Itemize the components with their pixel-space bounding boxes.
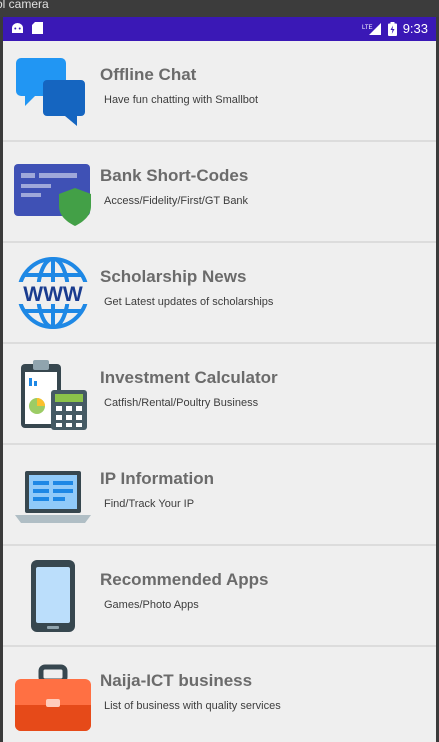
laptop-icon <box>15 471 91 523</box>
item-title: Investment Calculator <box>100 368 278 387</box>
phone-screen: LTE 9:33 Offline Chat Have fun chatting … <box>3 17 436 742</box>
item-title: Recommended Apps <box>100 570 269 589</box>
item-title: Naija-ICT business <box>100 671 253 690</box>
svg-text:LTE: LTE <box>362 25 373 31</box>
briefcase-icon <box>15 664 91 731</box>
status-bar: LTE 9:33 <box>3 17 436 41</box>
window-title: rol camera <box>0 0 49 11</box>
android-robot-icon <box>12 23 23 33</box>
list-item-ip-information[interactable]: IP Information Find/Track Your IP <box>3 445 436 546</box>
clipboard-calculator-icon <box>21 360 87 430</box>
window-title-bar: rol camera <box>0 0 439 17</box>
item-subtitle: Catfish/Rental/Poultry Business <box>104 397 259 409</box>
list-item-naija-ict-business[interactable]: Naija-ICT business List of business with… <box>3 647 436 742</box>
www-globe-icon: WWW <box>13 257 93 329</box>
item-subtitle: Find/Track Your IP <box>104 498 195 510</box>
chat-bubbles-icon <box>16 58 85 126</box>
item-subtitle: List of business with quality services <box>104 700 281 712</box>
list-item-scholarship-news[interactable]: WWW Scholarship News Get Latest updates … <box>3 243 436 344</box>
sd-card-icon <box>32 22 43 34</box>
item-subtitle: Games/Photo Apps <box>104 599 199 611</box>
smartphone-icon <box>31 560 75 632</box>
bank-card-shield-icon <box>14 164 91 226</box>
status-time: 9:33 <box>402 21 428 36</box>
item-title: IP Information <box>100 469 214 488</box>
list-item-investment-calculator[interactable]: Investment Calculator Catfish/Rental/Pou… <box>3 344 436 445</box>
list-item-offline-chat[interactable]: Offline Chat Have fun chatting with Smal… <box>3 41 436 142</box>
battery-icon <box>387 21 397 36</box>
signal-lte-icon: LTE <box>362 23 381 35</box>
item-subtitle: Have fun chatting with Smallbot <box>104 94 259 106</box>
menu-list: Offline Chat Have fun chatting with Smal… <box>3 41 436 742</box>
item-subtitle: Access/Fidelity/First/GT Bank <box>104 195 249 207</box>
list-item-bank-short-codes[interactable]: Bank Short-Codes Access/Fidelity/First/G… <box>3 142 436 243</box>
item-title: Offline Chat <box>100 65 197 84</box>
list-item-recommended-apps[interactable]: Recommended Apps Games/Photo Apps <box>3 546 436 647</box>
item-subtitle: Get Latest updates of scholarships <box>104 296 274 308</box>
item-title: Scholarship News <box>100 267 247 286</box>
item-title: Bank Short-Codes <box>100 166 249 185</box>
svg-text:WWW: WWW <box>23 283 83 306</box>
